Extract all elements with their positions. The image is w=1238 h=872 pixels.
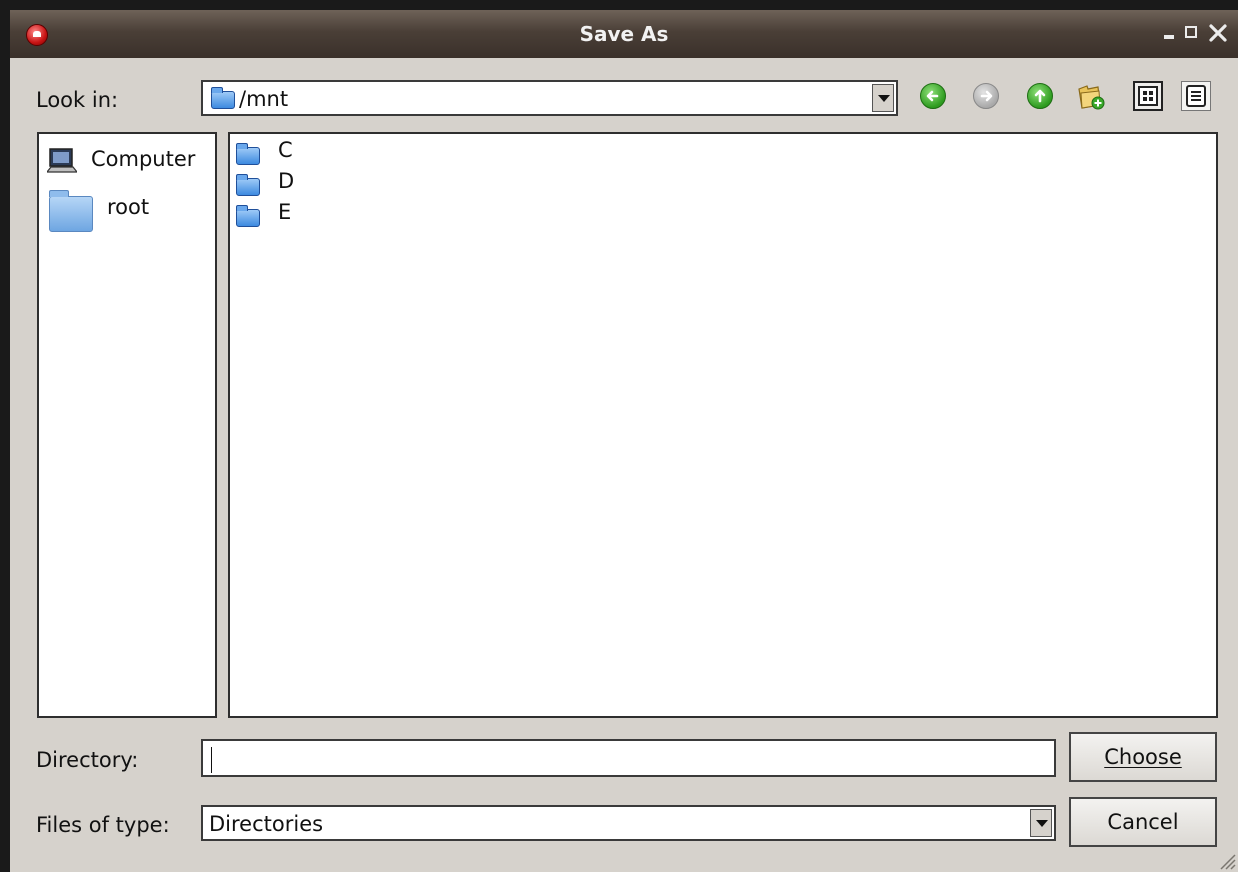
look-in-combo[interactable]: /mnt bbox=[201, 80, 898, 116]
sidebar-item-label: root bbox=[107, 195, 150, 219]
minimize-icon bbox=[1164, 35, 1174, 39]
folder-icon bbox=[236, 174, 260, 196]
files-of-type-label: Files of type: bbox=[36, 813, 170, 837]
files-of-type-select[interactable]: Directories bbox=[201, 805, 1056, 841]
folder-icon bbox=[211, 87, 235, 109]
maximize-icon bbox=[1185, 26, 1197, 38]
close-button[interactable] bbox=[1208, 20, 1232, 46]
file-list[interactable]: C D E bbox=[228, 132, 1218, 718]
folder-icon bbox=[236, 143, 260, 165]
maximize-button[interactable] bbox=[1183, 20, 1203, 46]
choose-button-label: Choose bbox=[1104, 745, 1182, 769]
file-name: C bbox=[278, 138, 293, 162]
chevron-down-icon[interactable] bbox=[1030, 809, 1052, 837]
files-of-type-value: Directories bbox=[209, 812, 324, 836]
minimize-button[interactable] bbox=[1160, 20, 1180, 46]
up-folder-button[interactable] bbox=[1027, 83, 1053, 109]
details-view-button[interactable] bbox=[1181, 81, 1211, 111]
title-bar[interactable]: Save As bbox=[10, 10, 1238, 58]
arrow-right-icon bbox=[980, 90, 993, 102]
sidebar-item-computer[interactable]: Computer bbox=[39, 144, 215, 184]
text-caret bbox=[211, 747, 212, 773]
window-title: Save As bbox=[579, 22, 669, 46]
folder-icon bbox=[49, 190, 93, 232]
file-name: D bbox=[278, 169, 295, 193]
forward-button[interactable] bbox=[973, 83, 999, 109]
cancel-button[interactable]: Cancel bbox=[1069, 797, 1217, 847]
look-in-label: Look in: bbox=[36, 88, 119, 112]
close-icon bbox=[1209, 24, 1227, 42]
choose-button[interactable]: Choose bbox=[1069, 732, 1217, 782]
chevron-down-icon[interactable] bbox=[872, 84, 894, 112]
list-view-icon bbox=[1138, 86, 1158, 106]
arrow-left-icon bbox=[926, 90, 939, 102]
resize-grip-icon[interactable] bbox=[1216, 850, 1236, 870]
list-view-button[interactable] bbox=[1133, 81, 1163, 111]
cancel-button-label: Cancel bbox=[1107, 810, 1179, 834]
list-item[interactable]: E bbox=[236, 200, 356, 230]
list-item[interactable]: D bbox=[236, 169, 356, 199]
new-folder-icon bbox=[1078, 85, 1105, 110]
look-in-value: /mnt bbox=[239, 87, 289, 111]
places-sidebar[interactable]: Computer root bbox=[37, 132, 217, 718]
folder-icon bbox=[236, 205, 260, 227]
back-button[interactable] bbox=[920, 83, 946, 109]
detail-view-icon bbox=[1186, 85, 1206, 107]
file-name: E bbox=[278, 200, 292, 224]
computer-icon bbox=[47, 148, 77, 173]
directory-input[interactable] bbox=[201, 739, 1056, 777]
sidebar-item-label: Computer bbox=[91, 147, 196, 171]
list-item[interactable]: C bbox=[236, 138, 356, 168]
arrow-up-icon bbox=[1034, 89, 1046, 103]
sidebar-item-root[interactable]: root bbox=[39, 190, 215, 232]
new-folder-button[interactable] bbox=[1076, 81, 1106, 111]
save-as-dialog: Save As Look in: /mnt Computer root C D … bbox=[10, 10, 1238, 872]
directory-label: Directory: bbox=[36, 748, 139, 772]
